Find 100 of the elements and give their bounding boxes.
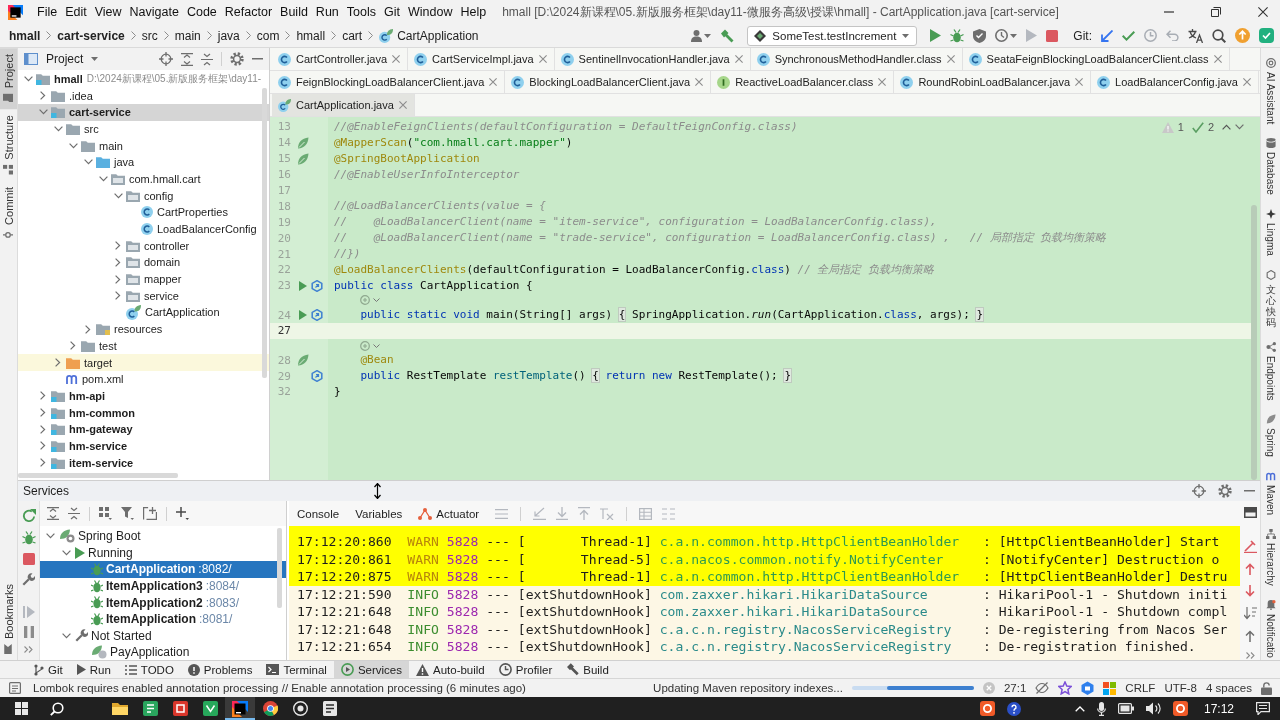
implementation-icon[interactable] [311, 309, 323, 322]
arrow-up-icon[interactable] [1245, 630, 1255, 642]
menu-item[interactable]: Navigate [125, 3, 183, 21]
taskbar-button[interactable] [225, 697, 255, 720]
stop-icon[interactable] [22, 553, 35, 565]
implementation-icon[interactable] [311, 370, 323, 382]
lock-icon[interactable] [1261, 681, 1272, 695]
file-encoding[interactable]: UTF-8 [1164, 682, 1197, 694]
chevron-down-icon[interactable] [373, 298, 381, 303]
minimize-icon[interactable] [252, 58, 263, 60]
expand-all-icon[interactable] [47, 507, 59, 520]
tree-item[interactable]: main [18, 137, 269, 154]
tiles-icon[interactable] [1103, 681, 1117, 695]
menu-item[interactable]: Run [311, 3, 343, 21]
chevron-down-icon[interactable] [83, 159, 93, 166]
menu-item[interactable]: Code [182, 3, 221, 21]
group-icon[interactable] [99, 507, 112, 520]
menu-item[interactable]: Git [380, 3, 404, 21]
tool-window-button[interactable]: Spring [1265, 414, 1276, 458]
collapse-all-icon[interactable] [201, 52, 213, 66]
eye-off-icon[interactable] [1035, 682, 1050, 694]
caret-icon[interactable] [704, 33, 712, 38]
editor-tab[interactable]: FeignBlockingLoadBalancerClient.java [272, 71, 506, 93]
arrow-down-icon[interactable] [1245, 585, 1255, 597]
chevron-right-icon[interactable] [55, 358, 61, 368]
breadcrumb-item[interactable]: java [217, 28, 240, 43]
tool-window-button[interactable]: Problems [180, 661, 260, 678]
tool-window-button[interactable]: AI Assistant [1265, 58, 1276, 125]
battery-icon[interactable] [1117, 703, 1134, 714]
breadcrumb-item[interactable]: src [141, 28, 158, 43]
tool-window-button[interactable]: Bookmarks [0, 577, 17, 660]
crosshair-icon[interactable] [1192, 484, 1206, 498]
chevron-right-icon[interactable] [115, 257, 121, 267]
expand-all-icon[interactable] [181, 52, 193, 66]
editor-tab[interactable]: SynchronousMethodHandler.class [750, 48, 963, 70]
tool-window-button[interactable]: Hierarchy [1265, 529, 1276, 587]
menu-item[interactable]: View [90, 3, 126, 21]
chevron-right-icon[interactable] [40, 441, 46, 451]
caret-position[interactable]: 27:1 [1003, 682, 1027, 694]
menu-item[interactable]: Build [276, 3, 312, 21]
gear-icon[interactable] [1218, 484, 1232, 498]
breadcrumb-item[interactable]: cart [342, 28, 363, 43]
tool-window-button[interactable]: Maven [1265, 471, 1276, 516]
weak-warning-icon[interactable] [1191, 121, 1204, 133]
tree-item[interactable]: ItemApplication2 :8083/ [40, 594, 286, 611]
chevron-down-icon[interactable] [373, 343, 381, 348]
menu-item[interactable]: File [33, 3, 62, 21]
notification-icon[interactable] [1256, 702, 1270, 715]
hammer-icon[interactable] [720, 28, 735, 43]
chevron-down-icon[interactable] [1235, 124, 1244, 130]
tree-item[interactable]: src [18, 120, 269, 138]
user-icon[interactable] [691, 29, 703, 42]
gauge-icon[interactable] [995, 29, 1009, 42]
tree-item[interactable]: controller [18, 237, 269, 255]
more-icon[interactable] [24, 646, 33, 653]
chevron-right-icon[interactable] [40, 458, 46, 468]
tree-item[interactable]: hmall D:\2024新课程\05.新版服务框架\day11- [18, 70, 269, 88]
sort-icon[interactable] [1243, 607, 1257, 620]
tree-item[interactable]: com.hmall.cart [18, 170, 269, 188]
tree-item[interactable]: item-service [18, 454, 269, 471]
translate-icon[interactable] [1188, 28, 1203, 43]
wrench-icon[interactable] [22, 573, 35, 586]
scrollbar-thumb[interactable] [262, 88, 267, 378]
breadcrumb-item[interactable]: cart-service [57, 28, 125, 43]
search-icon[interactable] [1212, 28, 1226, 43]
port-link[interactable]: :8084/ [205, 579, 240, 594]
debug-icon[interactable] [21, 531, 36, 545]
chevron-right-icon[interactable] [115, 274, 121, 284]
tool-window-button[interactable]: Terminal [259, 661, 334, 678]
breadcrumb-item[interactable]: main [174, 28, 201, 43]
chevron-right-icon[interactable] [40, 424, 46, 434]
layout-icon[interactable] [1243, 507, 1257, 518]
tree-item[interactable]: Spring Boot [40, 528, 286, 545]
scrollbar-thumb[interactable] [277, 528, 282, 608]
pause-icon[interactable] [23, 626, 34, 638]
chevron-down-icon[interactable] [23, 75, 33, 82]
chevron-right-icon[interactable] [115, 241, 121, 251]
tool-window-button[interactable]: Database [1265, 138, 1276, 196]
tree-item[interactable]: hm-service [18, 437, 269, 455]
scrollbar-thumb[interactable] [18, 473, 178, 478]
tool-window-button[interactable]: Lingma [1265, 209, 1276, 256]
implementation-icon[interactable] [311, 279, 323, 292]
cube-icon[interactable] [1081, 681, 1095, 695]
tree-item[interactable]: java [18, 153, 269, 171]
warning-count[interactable]: 1 [1177, 121, 1184, 133]
editor-tab[interactable]: SeataFeignBlockingLoadBalancerClient.class [962, 48, 1230, 70]
shield-icon[interactable] [973, 28, 987, 43]
breadcrumb-item[interactable]: CartApplication [379, 28, 479, 43]
editor-tab[interactable]: RoundRobinLoadBalancer.java [894, 71, 1092, 93]
chevron-down-icon[interactable] [53, 125, 63, 132]
chevron-down-icon[interactable] [68, 142, 78, 149]
run-icon[interactable] [299, 310, 307, 321]
tree-item[interactable]: CartProperties [18, 204, 269, 221]
tool-window-button[interactable]: Project [0, 48, 17, 110]
tool-window-button[interactable]: Notificatio [1265, 600, 1276, 658]
chevron-down-icon[interactable] [98, 175, 108, 182]
app-badge-icon[interactable] [1259, 28, 1274, 43]
tool-window-button[interactable]: Build [559, 661, 616, 678]
console-tab[interactable]: Actuator [418, 507, 486, 520]
editor-tab[interactable]: CartServiceImpl.java [408, 48, 555, 70]
